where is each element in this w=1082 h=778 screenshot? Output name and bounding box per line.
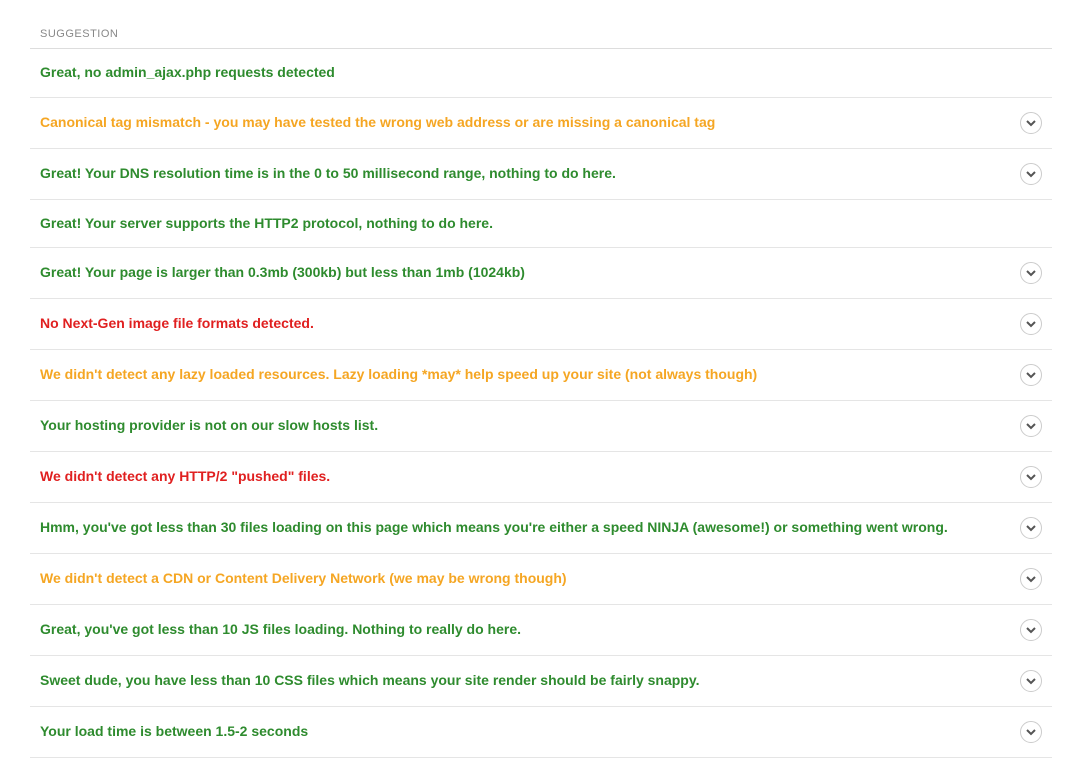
expand-button[interactable] [1020, 466, 1042, 488]
expand-button[interactable] [1020, 415, 1042, 437]
suggestion-text: We didn't detect a CDN or Content Delive… [40, 569, 1020, 589]
suggestion-text: We didn't detect any lazy loaded resourc… [40, 365, 1020, 385]
chevron-down-icon [1026, 574, 1036, 584]
suggestion-text: Your load time is between 1.5-2 seconds [40, 722, 1020, 742]
suggestion-row: Great! Your server supports the HTTP2 pr… [30, 200, 1052, 249]
suggestion-text: Your hosting provider is not on our slow… [40, 416, 1020, 436]
chevron-down-icon [1026, 676, 1036, 686]
suggestion-text: Great! Your DNS resolution time is in th… [40, 164, 1020, 184]
suggestion-text: Canonical tag mismatch - you may have te… [40, 113, 1020, 133]
suggestion-row[interactable]: Your load time is between 1.5-2 seconds [30, 707, 1052, 758]
suggestion-text: No Next-Gen image file formats detected. [40, 314, 1020, 334]
expand-button[interactable] [1020, 364, 1042, 386]
suggestion-row[interactable]: Great! Your DNS resolution time is in th… [30, 149, 1052, 200]
suggestion-row: Great, no admin_ajax.php requests detect… [30, 49, 1052, 98]
suggestion-text: Great, you've got less than 10 JS files … [40, 620, 1020, 640]
suggestion-text: Great, no admin_ajax.php requests detect… [40, 63, 1042, 83]
suggestions-panel: SUGGESTION Great, no admin_ajax.php requ… [30, 20, 1052, 758]
suggestion-row[interactable]: We didn't detect any lazy loaded resourc… [30, 350, 1052, 401]
expand-button[interactable] [1020, 721, 1042, 743]
chevron-down-icon [1026, 421, 1036, 431]
suggestion-text: Great! Your page is larger than 0.3mb (3… [40, 263, 1020, 283]
chevron-down-icon [1026, 523, 1036, 533]
expand-button[interactable] [1020, 670, 1042, 692]
suggestion-text: Hmm, you've got less than 30 files loadi… [40, 518, 1020, 538]
chevron-down-icon [1026, 319, 1036, 329]
suggestion-row[interactable]: We didn't detect a CDN or Content Delive… [30, 554, 1052, 605]
chevron-down-icon [1026, 727, 1036, 737]
expand-button[interactable] [1020, 313, 1042, 335]
expand-button[interactable] [1020, 112, 1042, 134]
chevron-down-icon [1026, 370, 1036, 380]
column-header: SUGGESTION [30, 20, 1052, 49]
suggestion-text: We didn't detect any HTTP/2 "pushed" fil… [40, 467, 1020, 487]
suggestion-row[interactable]: Great! Your page is larger than 0.3mb (3… [30, 248, 1052, 299]
chevron-down-icon [1026, 625, 1036, 635]
suggestion-text: Great! Your server supports the HTTP2 pr… [40, 214, 1042, 234]
suggestion-row[interactable]: We didn't detect any HTTP/2 "pushed" fil… [30, 452, 1052, 503]
expand-button[interactable] [1020, 517, 1042, 539]
chevron-down-icon [1026, 472, 1036, 482]
suggestion-row[interactable]: Canonical tag mismatch - you may have te… [30, 98, 1052, 149]
suggestion-row[interactable]: Hmm, you've got less than 30 files loadi… [30, 503, 1052, 554]
suggestion-row[interactable]: Great, you've got less than 10 JS files … [30, 605, 1052, 656]
chevron-down-icon [1026, 169, 1036, 179]
suggestion-row[interactable]: No Next-Gen image file formats detected. [30, 299, 1052, 350]
expand-button[interactable] [1020, 262, 1042, 284]
suggestion-text: Sweet dude, you have less than 10 CSS fi… [40, 671, 1020, 691]
chevron-down-icon [1026, 118, 1036, 128]
suggestion-row[interactable]: Sweet dude, you have less than 10 CSS fi… [30, 656, 1052, 707]
suggestions-list: Great, no admin_ajax.php requests detect… [30, 49, 1052, 758]
expand-button[interactable] [1020, 619, 1042, 641]
suggestion-row[interactable]: Your hosting provider is not on our slow… [30, 401, 1052, 452]
expand-button[interactable] [1020, 163, 1042, 185]
expand-button[interactable] [1020, 568, 1042, 590]
chevron-down-icon [1026, 268, 1036, 278]
